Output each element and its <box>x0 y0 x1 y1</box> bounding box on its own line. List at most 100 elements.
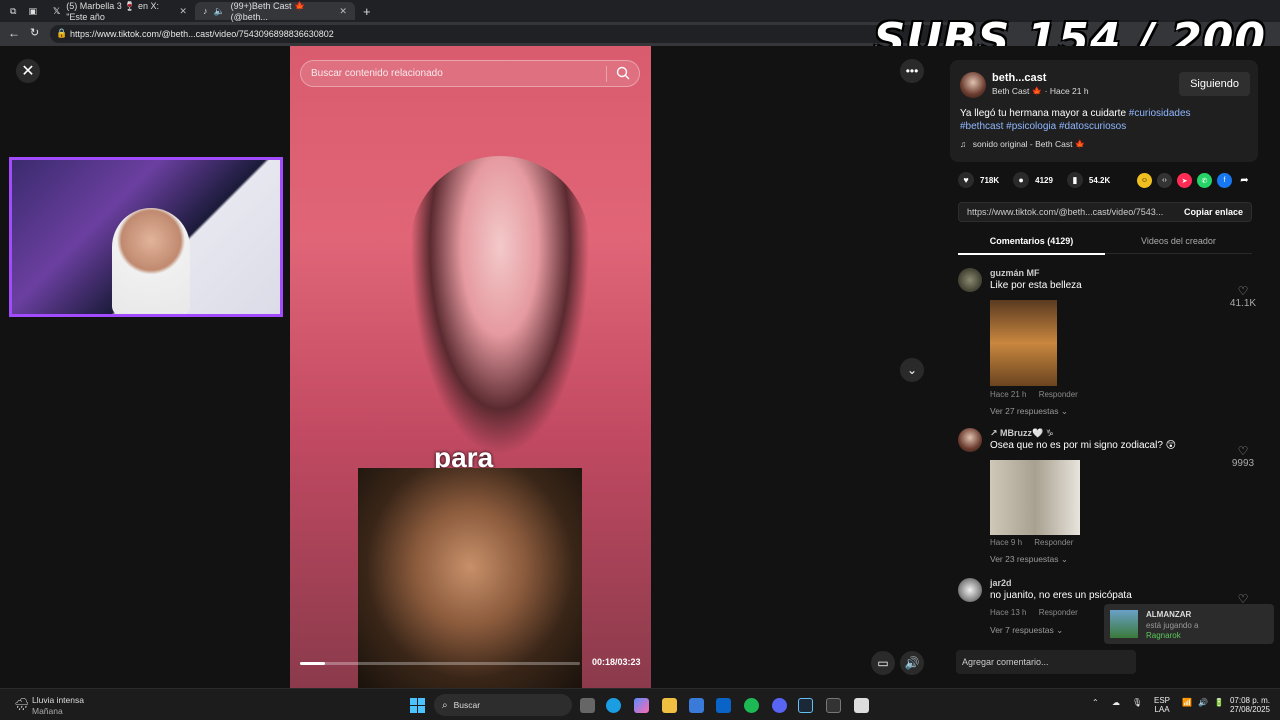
close-icon[interactable]: ✕ <box>339 6 347 17</box>
notification-game: Ragnarok <box>1146 631 1181 640</box>
reply-button[interactable]: Responder <box>1039 390 1078 399</box>
creator-handle[interactable]: beth...cast <box>992 72 1046 84</box>
comment-icon[interactable]: ● <box>1013 172 1030 188</box>
xbox-app-icon[interactable] <box>826 698 841 713</box>
close-icon[interactable]: ✕ <box>179 6 187 17</box>
comment-text: Like por esta belleza <box>990 280 1082 291</box>
comment-image[interactable] <box>990 460 1080 535</box>
copilot-icon[interactable] <box>634 698 649 713</box>
bookmark-icon[interactable]: ▮ <box>1066 172 1083 188</box>
back-icon[interactable]: ← <box>8 26 20 40</box>
speaker-icon[interactable]: 🔈 <box>213 6 224 17</box>
tab-x[interactable]: 𝕏 (5) Marbella 3 🍷 en X: "Este año ✕ <box>45 0 195 22</box>
tab-comments[interactable]: Comentarios (4129) <box>958 236 1105 255</box>
send-icon[interactable]: ➤ <box>1177 173 1192 188</box>
taskbar: 🌧 Lluvia intensa Mañana ⌕ Buscar ⌃ ☁ 🎙 E… <box>0 688 1280 720</box>
tab-tiktok[interactable]: ♪ 🔈 (99+)Beth Cast 🍁 (@beth... ✕ <box>194 1 355 22</box>
refresh-icon[interactable]: ↻ <box>30 26 39 39</box>
task-view-icon[interactable] <box>580 698 595 713</box>
copy-link-button[interactable]: Copiar enlace <box>1184 207 1243 217</box>
video-link-text: https://www.tiktok.com/@beth...cast/vide… <box>967 207 1164 217</box>
comment-image[interactable] <box>990 300 1057 386</box>
hashtags[interactable]: #bethcast #psicologia #datoscuriosos <box>960 121 1126 132</box>
activity-notification[interactable]: ALMANZAR está jugando a Ragnarok <box>1104 604 1274 644</box>
commenter-avatar[interactable] <box>958 578 982 602</box>
tab-creator-videos[interactable]: Videos del creador <box>1105 236 1252 246</box>
reply-button[interactable]: Responder <box>1039 608 1078 617</box>
cloud-icon[interactable]: ☁ <box>1112 698 1120 707</box>
emoji-share-icon[interactable]: ☺ <box>1137 173 1152 188</box>
volume-button[interactable]: 🔊 <box>900 651 924 675</box>
rain-icon: 🌧 <box>14 697 30 711</box>
creator-avatar[interactable] <box>960 72 986 98</box>
view-replies[interactable]: Ver 23 respuestas ⌄ <box>990 554 1068 565</box>
tab-label: (5) Marbella 3 🍷 en X: "Este año <box>66 0 159 22</box>
search-icon[interactable] <box>616 66 630 80</box>
edge-icon[interactable] <box>606 698 621 713</box>
facebook-icon[interactable]: f <box>1217 173 1232 188</box>
embed-icon[interactable]: ‹› <box>1157 173 1172 188</box>
clock-date: 27/08/2025 <box>1229 705 1270 714</box>
clock-time: 07:08 p. m. <box>1229 696 1270 705</box>
language-indicator[interactable]: ESP LAA <box>1154 696 1170 714</box>
comment-text: no juanito, no eres un psicópata <box>990 590 1132 601</box>
notification-line: está jugando a <box>1146 621 1199 630</box>
like-count: 718K <box>980 175 1000 185</box>
video-time: 00:18/03:23 <box>592 657 641 667</box>
microphone-icon[interactable]: 🎙 <box>1132 698 1142 707</box>
following-button[interactable]: Siguiendo <box>1179 72 1250 96</box>
view-replies[interactable]: Ver 7 respuestas ⌄ <box>990 625 1063 636</box>
commenter-name[interactable]: guzmán MF <box>990 268 1040 278</box>
video-description: Ya llegó tu hermana mayor a cuidarte <box>960 108 1127 119</box>
music-note-icon: ♫ <box>960 139 967 149</box>
tray-chevron-icon[interactable]: ⌃ <box>1092 698 1099 707</box>
add-comment-input[interactable]: Agregar comentario... <box>956 650 1136 674</box>
commenter-avatar[interactable] <box>958 428 982 452</box>
url-field[interactable]: 🔒 https://www.tiktok.com/@beth...cast/vi… <box>50 25 970 43</box>
discord-icon[interactable] <box>772 698 787 713</box>
comment-item: guzmán MF Like por esta belleza Hace 21 … <box>958 268 1258 418</box>
close-video-button[interactable]: ✕ <box>16 59 40 83</box>
taskbar-search[interactable]: ⌕ Buscar <box>434 694 572 716</box>
divider <box>606 66 607 82</box>
search-icon: ⌕ <box>442 699 448 711</box>
outlook-icon[interactable] <box>716 698 731 713</box>
store-icon[interactable] <box>689 698 704 713</box>
spotify-icon[interactable] <box>744 698 759 713</box>
start-button[interactable] <box>410 698 425 713</box>
commenter-avatar[interactable] <box>958 268 982 292</box>
file-explorer-icon[interactable] <box>662 698 677 713</box>
progress-bar[interactable] <box>300 662 580 665</box>
related-search-input[interactable]: Buscar contenido relacionado <box>300 60 640 87</box>
next-video-button[interactable]: ⌄ <box>900 358 924 382</box>
person-figure <box>410 156 590 456</box>
x-logo-icon: 𝕏 <box>52 5 61 16</box>
commenter-name[interactable]: jar2d <box>990 578 1012 588</box>
new-tab-icon[interactable]: + <box>363 4 371 19</box>
view-replies[interactable]: Ver 27 respuestas ⌄ <box>990 406 1068 417</box>
more-options-button[interactable]: ••• <box>900 59 924 83</box>
reply-button[interactable]: Responder <box>1034 538 1073 547</box>
video-link-field[interactable]: https://www.tiktok.com/@beth...cast/vide… <box>958 202 1252 222</box>
comment-item: ↗ MBruzz🤍 ♑ Osea que no es por mi signo … <box>958 428 1258 568</box>
steam-icon[interactable] <box>798 698 813 713</box>
commenter-name[interactable]: ↗ MBruzz🤍 ♑ <box>990 428 1054 439</box>
wifi-icon[interactable]: 📶 <box>1182 698 1192 707</box>
battery-icon[interactable]: 🔋 <box>1214 698 1224 707</box>
weather-text: Lluvia intensa <box>32 695 84 705</box>
share-arrow-icon[interactable]: ➦ <box>1237 173 1252 188</box>
workspaces-icon[interactable]: ⧉ <box>10 6 16 17</box>
heart-outline-icon[interactable]: ♡ <box>1228 444 1258 458</box>
whatsapp-icon[interactable]: ✆ <box>1197 173 1212 188</box>
pip-button[interactable]: ▭ <box>871 651 895 675</box>
hashtag[interactable]: #curiosidades <box>1129 108 1191 119</box>
clock[interactable]: 07:08 p. m. 27/08/2025 <box>1228 696 1270 714</box>
details-panel: beth...cast Beth Cast 🍁 · Hace 21 h Sigu… <box>938 46 1280 688</box>
heart-icon[interactable]: ♥ <box>958 172 974 188</box>
sound-name[interactable]: sonido original - Beth Cast 🍁 <box>973 139 1086 149</box>
tab-actions-icon[interactable]: ▣ <box>28 6 37 17</box>
heart-outline-icon[interactable]: ♡ <box>1228 284 1258 298</box>
video-player[interactable]: Buscar contenido relacionado para 00:18/… <box>290 46 651 688</box>
app-icon[interactable] <box>854 698 869 713</box>
volume-icon[interactable]: 🔊 <box>1198 698 1208 707</box>
